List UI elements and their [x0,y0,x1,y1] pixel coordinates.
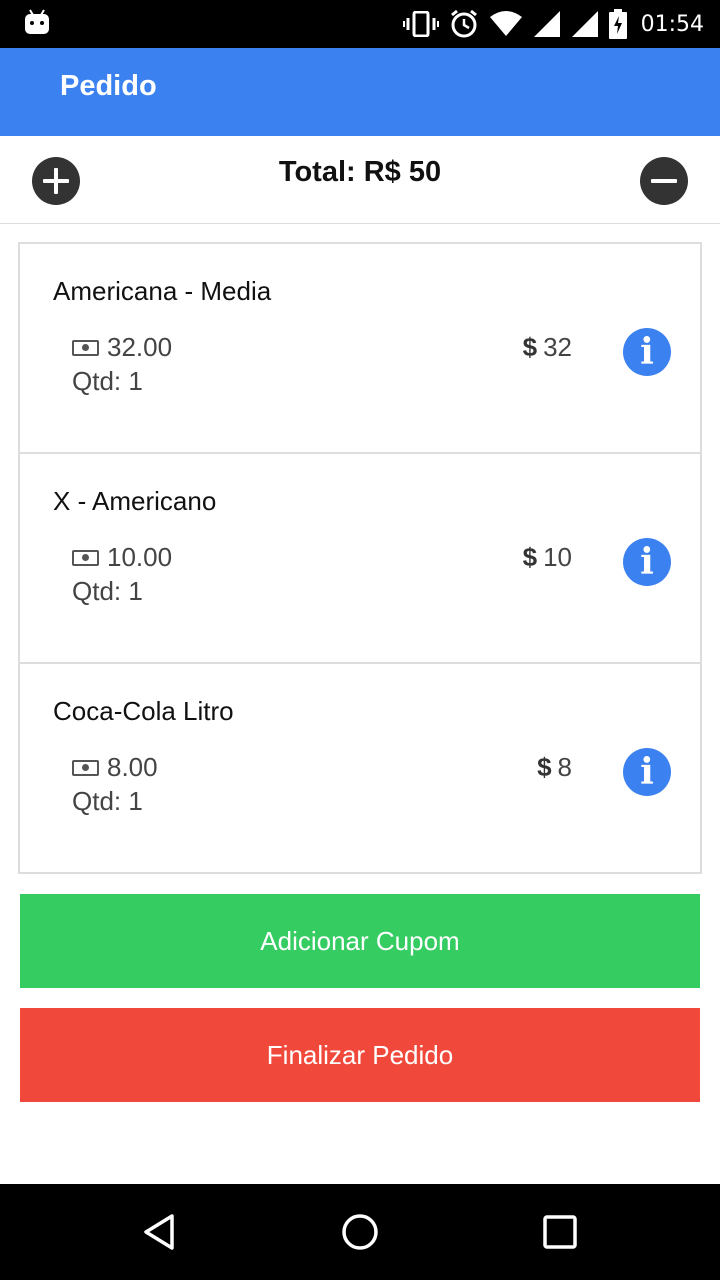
item-subtotal-value: 10 [543,542,572,572]
wifi-icon [489,11,522,36]
recents-icon[interactable] [540,1212,580,1252]
total-row: Total: R$ 50 [0,136,720,224]
money-icon [72,549,99,566]
app-bar: Pedido [0,48,720,136]
item-subtotal: $10 [523,542,572,573]
money-icon [72,339,99,356]
currency-symbol: $ [522,332,538,362]
item-quantity: Qtd: 1 [72,366,143,396]
android-icon [25,9,49,34]
item-name: X - Americano [53,486,217,516]
vibrate-icon [402,11,439,37]
signal-icon [571,11,598,37]
back-icon[interactable] [140,1212,180,1252]
info-icon[interactable]: i [623,538,671,586]
list-item: Americana - Media 32.00 Qtd: 1 $32 i [20,244,700,454]
info-icon[interactable]: i [623,748,671,796]
finish-order-button[interactable]: Finalizar Pedido [20,1008,700,1102]
item-price-value: 10.00 [107,542,173,572]
item-subtotal-value: 32 [543,332,572,362]
item-subtotal-value: 8 [557,752,572,782]
signal-icon [533,11,560,37]
item-price-value: 32.00 [107,332,173,362]
item-price-value: 8.00 [107,752,158,782]
home-icon[interactable] [340,1212,380,1252]
currency-symbol: $ [537,752,552,782]
alarm-icon [450,9,477,38]
info-icon[interactable]: i [623,328,671,376]
item-subtotal: $8 [537,752,572,783]
order-items-list: Americana - Media 32.00 Qtd: 1 $32 i X -… [18,242,702,874]
item-name: Coca-Cola Litro [53,696,234,726]
money-icon [72,759,99,776]
item-name: Americana - Media [53,276,272,306]
page-title: Pedido [60,70,157,102]
add-coupon-button[interactable]: Adicionar Cupom [20,894,700,988]
item-unit-price: 8.00 [72,752,158,783]
status-bar: 01:54 [0,0,720,48]
item-subtotal: $32 [523,332,572,363]
order-total: Total: R$ 50 [278,156,442,188]
item-quantity: Qtd: 1 [72,576,143,606]
item-unit-price: 32.00 [72,332,172,363]
minus-circle-icon[interactable] [640,157,688,205]
status-time: 01:54 [640,11,704,37]
list-item: Coca-Cola Litro 8.00 Qtd: 1 $8 i [20,664,700,872]
navigation-bar [0,1184,720,1280]
battery-charging-icon [608,9,627,39]
item-quantity: Qtd: 1 [72,786,143,816]
list-item: X - Americano 10.00 Qtd: 1 $10 i [20,454,700,664]
currency-symbol: $ [522,542,538,572]
item-unit-price: 10.00 [72,542,172,573]
